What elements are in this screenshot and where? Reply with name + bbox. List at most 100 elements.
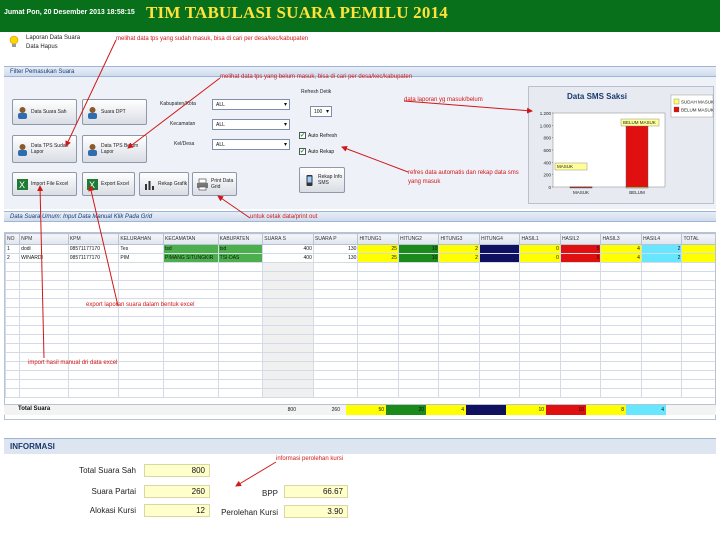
- table-cell[interactable]: [162, 280, 219, 290]
- table-cell[interactable]: [397, 307, 440, 317]
- table-cell[interactable]: [397, 298, 440, 308]
- table-cell[interactable]: [67, 325, 120, 335]
- table-cell[interactable]: [118, 307, 164, 317]
- table-row[interactable]: [5, 334, 715, 344]
- table-cell[interactable]: 130: [312, 244, 359, 254]
- grid-column-header[interactable]: HITUNG4: [478, 233, 521, 245]
- table-cell[interactable]: [681, 325, 715, 335]
- table-cell[interactable]: [640, 262, 683, 272]
- table-cell[interactable]: [162, 316, 219, 326]
- import-excel-button[interactable]: X Import File Excel: [12, 172, 77, 196]
- table-cell[interactable]: [162, 361, 219, 371]
- table-cell[interactable]: [118, 262, 164, 272]
- table-cell[interactable]: [312, 262, 359, 272]
- table-cell[interactable]: [640, 316, 683, 326]
- table-cell[interactable]: [357, 388, 399, 398]
- auto-rekap-checkbox[interactable]: ✔ Auto Rekap: [299, 148, 334, 155]
- table-cell[interactable]: [478, 361, 521, 371]
- table-cell[interactable]: [478, 307, 521, 317]
- table-cell[interactable]: [19, 370, 69, 380]
- table-row[interactable]: [5, 343, 715, 353]
- table-row[interactable]: [5, 379, 715, 389]
- table-cell[interactable]: [640, 334, 683, 344]
- table-row[interactable]: [5, 388, 715, 398]
- auto-refresh-checkbox[interactable]: ✔ Auto Refresh: [299, 132, 337, 139]
- table-cell[interactable]: [519, 289, 561, 299]
- table-cell[interactable]: [438, 298, 480, 308]
- kelurahan-select[interactable]: ALL: [212, 139, 290, 150]
- table-cell[interactable]: [357, 370, 399, 380]
- table-cell[interactable]: [118, 370, 164, 380]
- table-cell[interactable]: [519, 334, 561, 344]
- table-cell[interactable]: [118, 316, 164, 326]
- table-cell[interactable]: [640, 289, 683, 299]
- table-cell[interactable]: [118, 379, 164, 389]
- table-cell[interactable]: [478, 280, 521, 290]
- table-cell[interactable]: [67, 289, 120, 299]
- table-cell[interactable]: [397, 280, 440, 290]
- table-cell[interactable]: [19, 307, 69, 317]
- table-cell[interactable]: [438, 325, 480, 335]
- table-cell[interactable]: [438, 316, 480, 326]
- table-cell[interactable]: [438, 271, 480, 281]
- table-cell[interactable]: 5: [559, 253, 602, 263]
- table-cell[interactable]: [397, 334, 440, 344]
- grid-column-header[interactable]: TOTAL: [681, 233, 715, 245]
- table-cell[interactable]: [67, 262, 120, 272]
- table-cell[interactable]: [162, 262, 219, 272]
- table-cell[interactable]: [478, 244, 521, 254]
- table-cell[interactable]: [5, 325, 21, 335]
- table-cell[interactable]: [600, 352, 642, 362]
- table-cell[interactable]: [478, 325, 521, 335]
- table-cell[interactable]: [67, 370, 120, 380]
- table-cell[interactable]: [19, 298, 69, 308]
- table-cell[interactable]: [600, 334, 642, 344]
- table-cell[interactable]: [19, 316, 69, 326]
- table-cell[interactable]: [19, 379, 69, 389]
- table-cell[interactable]: [357, 343, 399, 353]
- table-cell[interactable]: 2: [640, 253, 683, 263]
- table-cell[interactable]: [262, 343, 314, 353]
- table-cell[interactable]: [118, 352, 164, 362]
- table-cell[interactable]: [312, 343, 359, 353]
- table-row[interactable]: [5, 370, 715, 380]
- table-cell[interactable]: WINARDI: [19, 253, 69, 263]
- table-cell[interactable]: [357, 280, 399, 290]
- table-cell[interactable]: [312, 379, 359, 389]
- table-cell[interactable]: [559, 325, 602, 335]
- table-cell[interactable]: tsd: [162, 244, 219, 254]
- table-cell[interactable]: [397, 343, 440, 353]
- table-cell[interactable]: [118, 271, 164, 281]
- table-cell[interactable]: [600, 271, 642, 281]
- table-cell[interactable]: [681, 271, 715, 281]
- table-cell[interactable]: [519, 361, 561, 371]
- table-cell[interactable]: [357, 307, 399, 317]
- data-tps-sudah-lapor-button[interactable]: Data TPS Sudah Lapor: [12, 135, 77, 163]
- table-cell[interactable]: [478, 316, 521, 326]
- table-cell[interactable]: [397, 271, 440, 281]
- table-cell[interactable]: [640, 343, 683, 353]
- table-cell[interactable]: TSI-DAS: [217, 253, 264, 263]
- table-cell[interactable]: [478, 298, 521, 308]
- table-cell[interactable]: [217, 361, 264, 371]
- table-cell[interactable]: [67, 307, 120, 317]
- table-cell[interactable]: [681, 352, 715, 362]
- table-cell[interactable]: [5, 316, 21, 326]
- table-cell[interactable]: [397, 289, 440, 299]
- table-cell[interactable]: [262, 325, 314, 335]
- table-cell[interactable]: [438, 361, 480, 371]
- table-row[interactable]: [5, 271, 715, 281]
- table-cell[interactable]: [519, 325, 561, 335]
- table-cell[interactable]: 08571177170: [67, 244, 120, 254]
- table-cell[interactable]: [600, 388, 642, 398]
- table-row[interactable]: [5, 262, 715, 272]
- table-cell[interactable]: [262, 316, 314, 326]
- table-cell[interactable]: [67, 343, 120, 353]
- table-cell[interactable]: [519, 379, 561, 389]
- table-cell[interactable]: tsd: [217, 244, 264, 254]
- table-cell[interactable]: [438, 370, 480, 380]
- table-cell[interactable]: [397, 370, 440, 380]
- data-grid[interactable]: NO NPM KPM KELURAHAN KECAMATAN KABUPATEN SUARA…: [4, 232, 716, 420]
- table-cell[interactable]: [5, 280, 21, 290]
- table-cell[interactable]: [681, 370, 715, 380]
